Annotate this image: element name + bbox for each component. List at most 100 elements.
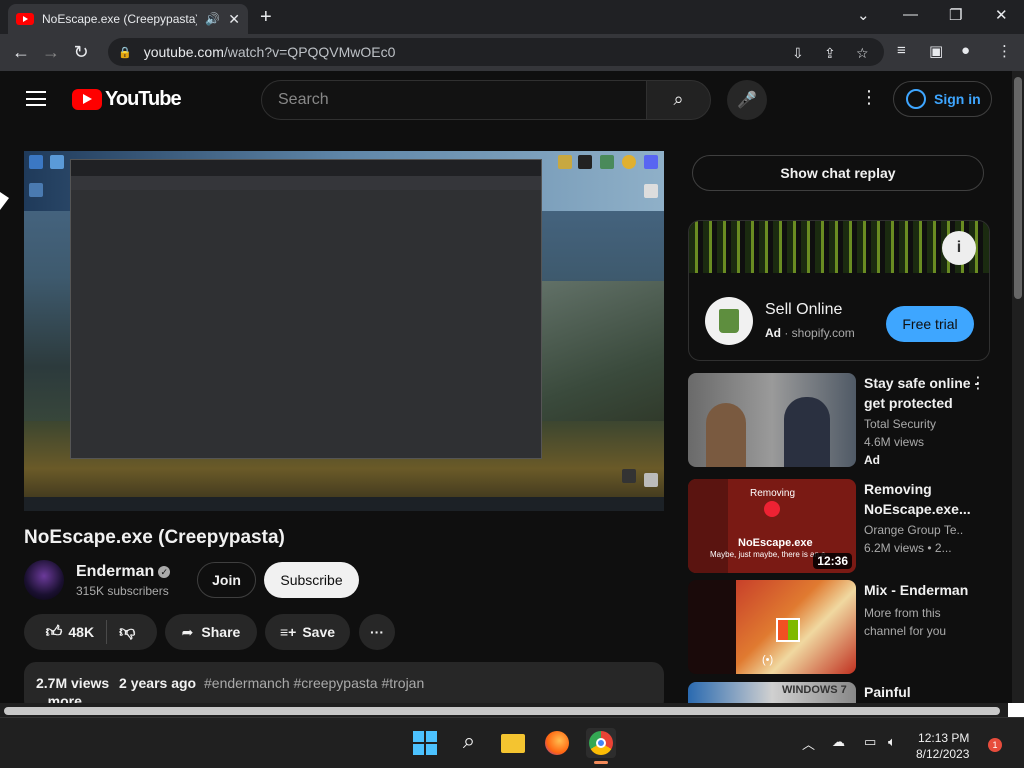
voice-search-button[interactable]: 🎤 (727, 80, 767, 120)
address-bar[interactable]: 🔒 youtube.com/watch?v=QPQQVMwOEc0 ⇩ ⇪ ☆ (108, 38, 884, 66)
subscriber-count: 315K subscribers (76, 584, 169, 598)
playlist-add-icon: ≡+ (279, 624, 297, 640)
recommendation-title: Painful (864, 684, 911, 700)
active-app-indicator (594, 761, 608, 764)
recommendation-views: 4.6M views (864, 435, 925, 449)
mouse-cursor-icon (0, 192, 9, 210)
thumb-windows-logo (776, 618, 800, 642)
youtube-logo[interactable]: YouTube (72, 88, 182, 111)
volume-icon[interactable]: 🔈︎ (888, 734, 896, 750)
horizontal-scrollbar[interactable] (0, 703, 1012, 717)
minimize-button[interactable]: — (903, 6, 918, 23)
dislike-button[interactable]: 👎︎ (119, 623, 135, 642)
like-button[interactable]: 👍︎ (46, 623, 63, 642)
notification-badge[interactable]: 1 (988, 738, 1002, 752)
recommendation-views: 6.2M views • 2... (864, 539, 952, 557)
ad-name: Sell Online (765, 301, 843, 318)
ad-info-icon[interactable]: i (942, 231, 976, 265)
youtube-wordmark: YouTube (105, 88, 182, 110)
thumb-caption: NoEscape.exe (738, 537, 813, 549)
chrome-icon[interactable] (586, 728, 616, 764)
like-count: 48K (68, 624, 95, 640)
ad-card[interactable]: i Sell Online Ad · shopify.com Free tria… (688, 220, 990, 361)
lock-icon[interactable]: 🔒 (118, 46, 132, 59)
forward-button[interactable]: → (36, 42, 66, 63)
browser-menu-icon[interactable]: ⋮ (997, 42, 1012, 60)
taskbar-search-icon[interactable]: ⌕ (454, 728, 484, 758)
account-icon (906, 89, 926, 109)
free-trial-button[interactable]: Free trial (886, 306, 974, 342)
profile-icon[interactable]: ● (961, 42, 970, 59)
thumb-noescape-icon (764, 501, 780, 517)
horizontal-scroll-thumb[interactable] (4, 707, 1000, 715)
recommendation-thumbnail[interactable]: (•) (688, 580, 856, 674)
browser-toolbar: ← → ↻ 🔒 youtube.com/watch?v=QPQQVMwOEc0 … (0, 34, 1024, 71)
search-input[interactable]: Search (261, 80, 647, 120)
share-button[interactable]: ➦ Share (165, 614, 257, 650)
back-button[interactable]: ← (6, 42, 36, 63)
recommendation-title: Stay safe online - get protected (864, 375, 980, 411)
search-button[interactable]: ⌕ (646, 80, 711, 120)
settings-menu-icon[interactable]: ⋮ (860, 87, 878, 108)
network-icon[interactable]: ▭ (864, 734, 876, 750)
join-button[interactable]: Join (197, 562, 256, 598)
video-player[interactable] (24, 151, 664, 511)
browser-tab[interactable]: NoEscape.exe (Creepypasta) 🔊 ✕ (8, 4, 248, 34)
media-control-icon[interactable]: ≡ (897, 42, 906, 59)
show-hidden-icons-button[interactable]: ︿ (802, 734, 815, 753)
recommendation-item[interactable]: (•) Mix - Enderman More from this channe… (688, 580, 1008, 674)
install-app-icon[interactable]: ⇩ (792, 45, 804, 62)
restore-button[interactable]: ❐ (949, 6, 962, 24)
desktop-icon (600, 155, 614, 169)
join-label: Join (212, 572, 241, 588)
like-dislike-group: 👍︎ 48K 👎︎ (24, 614, 157, 650)
url-path: /watch?v=QPQQVMwOEc0 (223, 44, 396, 60)
start-button[interactable] (410, 728, 440, 758)
tab-close-icon[interactable]: ✕ (228, 11, 240, 28)
recommendation-ad-badge: Ad (864, 453, 880, 467)
system-clock[interactable]: 12:13 PM 8/12/2023 (916, 730, 969, 762)
audio-playing-icon[interactable]: 🔊 (205, 12, 220, 26)
thumb-caption: Maybe, just maybe, there is an e (710, 550, 826, 559)
recommendation-thumbnail[interactable]: WINDOWS 7 (688, 682, 856, 703)
sign-in-button[interactable]: Sign in (893, 81, 992, 117)
subscribe-button[interactable]: Subscribe (264, 562, 359, 598)
recommendation-menu-icon[interactable]: ⋮ (970, 373, 986, 393)
video-window-titlebar (71, 160, 541, 176)
new-tab-button[interactable]: + (260, 6, 272, 29)
recommendation-item[interactable]: Removing NoEscape.exe Maybe, just maybe,… (688, 479, 1008, 573)
channel-name[interactable]: Enderman ✓ (76, 563, 171, 581)
recommendation-item[interactable]: WINDOWS 7 Painful (688, 682, 1008, 703)
recommendation-thumbnail[interactable]: Removing NoEscape.exe Maybe, just maybe,… (688, 479, 856, 573)
video-title: NoEscape.exe (Creepypasta) (24, 527, 285, 548)
side-panel-icon[interactable]: ▣ (929, 42, 943, 60)
hamburger-menu-icon[interactable] (26, 91, 46, 106)
tab-search-icon[interactable]: ⌄ (857, 6, 870, 24)
recommendation-item[interactable]: Stay safe online - get protected ⋮ Total… (688, 373, 1008, 473)
share-arrow-icon: ➦ (181, 623, 194, 640)
channel-avatar[interactable] (24, 560, 64, 600)
shopify-logo (705, 297, 753, 345)
save-button[interactable]: ≡+ Save (265, 614, 350, 650)
more-actions-button[interactable]: ··· (359, 614, 395, 650)
show-chat-replay-button[interactable]: Show chat replay (692, 155, 984, 191)
firefox-icon[interactable] (542, 728, 572, 758)
file-explorer-icon[interactable] (498, 728, 528, 758)
recommendation-title: Removing NoEscape.exe... (864, 481, 971, 517)
vertical-scrollbar[interactable] (1012, 71, 1024, 703)
thumb-caption: Removing (750, 488, 796, 499)
start-tile (426, 744, 437, 755)
youtube-header: YouTube Search ⌕ 🎤 ⋮ Sign in (0, 71, 1012, 127)
recommendation-channel: Orange Group Te... (864, 523, 964, 537)
bookmark-star-icon[interactable]: ☆ (856, 45, 869, 62)
reload-button[interactable]: ↻ (66, 42, 96, 63)
tab-title: NoEscape.exe (Creepypasta) (42, 12, 198, 26)
close-window-button[interactable]: ✕ (995, 6, 1008, 24)
share-page-icon[interactable]: ⇪ (824, 45, 836, 62)
onedrive-icon[interactable]: ☁ (832, 734, 845, 750)
desktop-icon (29, 183, 43, 197)
recommendation-channel: More from this (864, 606, 941, 620)
recommendation-thumbnail[interactable] (688, 373, 856, 467)
hashtags[interactable]: #endermanch #creepypasta #trojan (204, 675, 424, 691)
vertical-scroll-thumb[interactable] (1014, 77, 1022, 299)
